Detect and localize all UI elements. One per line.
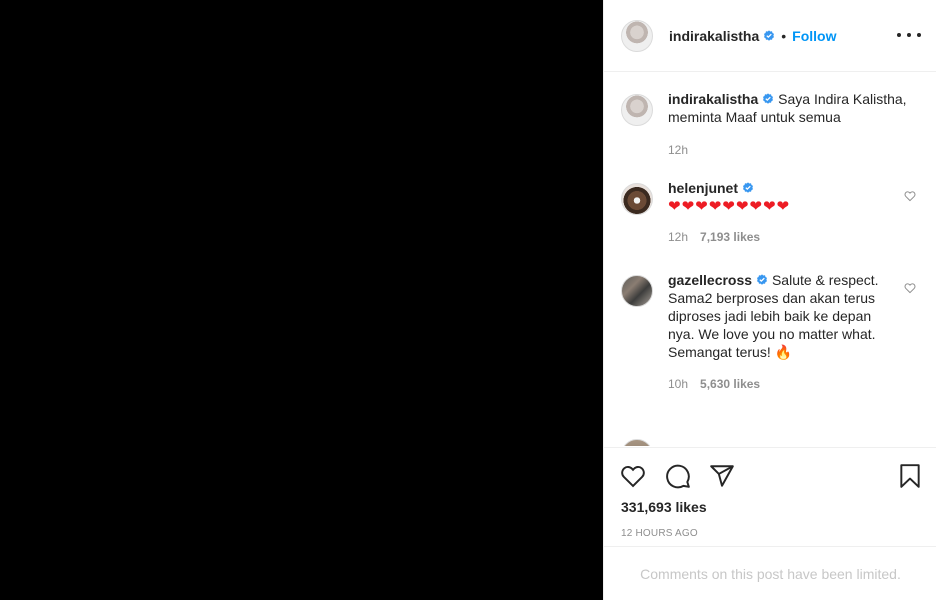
- post-media[interactable]: [0, 0, 603, 600]
- likes-count[interactable]: 331,693 likes: [621, 499, 707, 515]
- follow-button[interactable]: Follow: [792, 28, 836, 44]
- comments-list[interactable]: indirakalistha Saya Indira Kalistha, mem…: [604, 73, 936, 446]
- comment-time[interactable]: 12h: [668, 230, 688, 244]
- avatar[interactable]: [621, 94, 653, 126]
- comment-body: ❤❤❤❤❤❤❤❤❤: [668, 198, 791, 215]
- heart-icon[interactable]: [620, 463, 646, 489]
- comment-username[interactable]: gazellecross: [668, 272, 752, 288]
- comments-limited-text: Comments on this post have been limited.: [640, 565, 901, 582]
- comment-icon[interactable]: [665, 463, 691, 489]
- paper-plane-icon[interactable]: [709, 463, 735, 489]
- comment-username[interactable]: indirakalistha: [668, 91, 758, 107]
- comment-text: gazellecross Salute & respect. Sama2 ber…: [668, 271, 886, 361]
- comments-limited-notice: Comments on this post have been limited.: [604, 546, 936, 600]
- author-avatar[interactable]: [621, 19, 653, 52]
- verified-badge-icon: [757, 274, 768, 285]
- comment-meta: 12h 7,193 likes: [668, 230, 896, 244]
- post-header: indirakalistha • Follow: [604, 0, 936, 72]
- comment-item: gazellecross Salute & respect. Sama2 ber…: [621, 271, 921, 391]
- heart-icon[interactable]: [904, 282, 916, 294]
- comment-likes[interactable]: 5,630 likes: [700, 377, 760, 391]
- comment-username[interactable]: helenjunet: [668, 180, 738, 196]
- separator-dot: •: [781, 27, 787, 44]
- more-options-icon[interactable]: [897, 27, 921, 43]
- bookmark-icon[interactable]: [897, 463, 923, 489]
- fire-emoji: 🔥: [774, 344, 793, 360]
- verified-badge-icon: [743, 182, 754, 193]
- post-side-panel: indirakalistha • Follow indirakalistha S…: [603, 0, 936, 600]
- post-actions: [604, 447, 936, 501]
- comment-item: helenjunet ❤❤❤❤❤❤❤❤❤ 12h 7,193 likes: [621, 179, 921, 244]
- comment-meta: 10h 5,630 likes: [668, 377, 886, 391]
- comment-text: helenjunet ❤❤❤❤❤❤❤❤❤: [668, 179, 896, 216]
- author-username[interactable]: indirakalistha: [669, 28, 759, 44]
- avatar[interactable]: [621, 439, 653, 446]
- comment-time[interactable]: 10h: [668, 377, 688, 391]
- comment-meta: 12h: [668, 143, 918, 157]
- comment-item-partial: [621, 435, 921, 446]
- avatar[interactable]: [621, 275, 653, 307]
- verified-badge-icon: [763, 93, 774, 104]
- comment-likes[interactable]: 7,193 likes: [700, 230, 760, 244]
- heart-icon[interactable]: [904, 190, 916, 202]
- comment-text: indirakalistha Saya Indira Kalistha, mem…: [668, 90, 918, 126]
- comment-time[interactable]: 12h: [668, 143, 688, 157]
- avatar[interactable]: [621, 183, 653, 215]
- post-time[interactable]: 12 HOURS AGO: [621, 528, 698, 539]
- verified-badge-icon: [764, 29, 775, 41]
- caption-comment: indirakalistha Saya Indira Kalistha, mem…: [621, 90, 921, 157]
